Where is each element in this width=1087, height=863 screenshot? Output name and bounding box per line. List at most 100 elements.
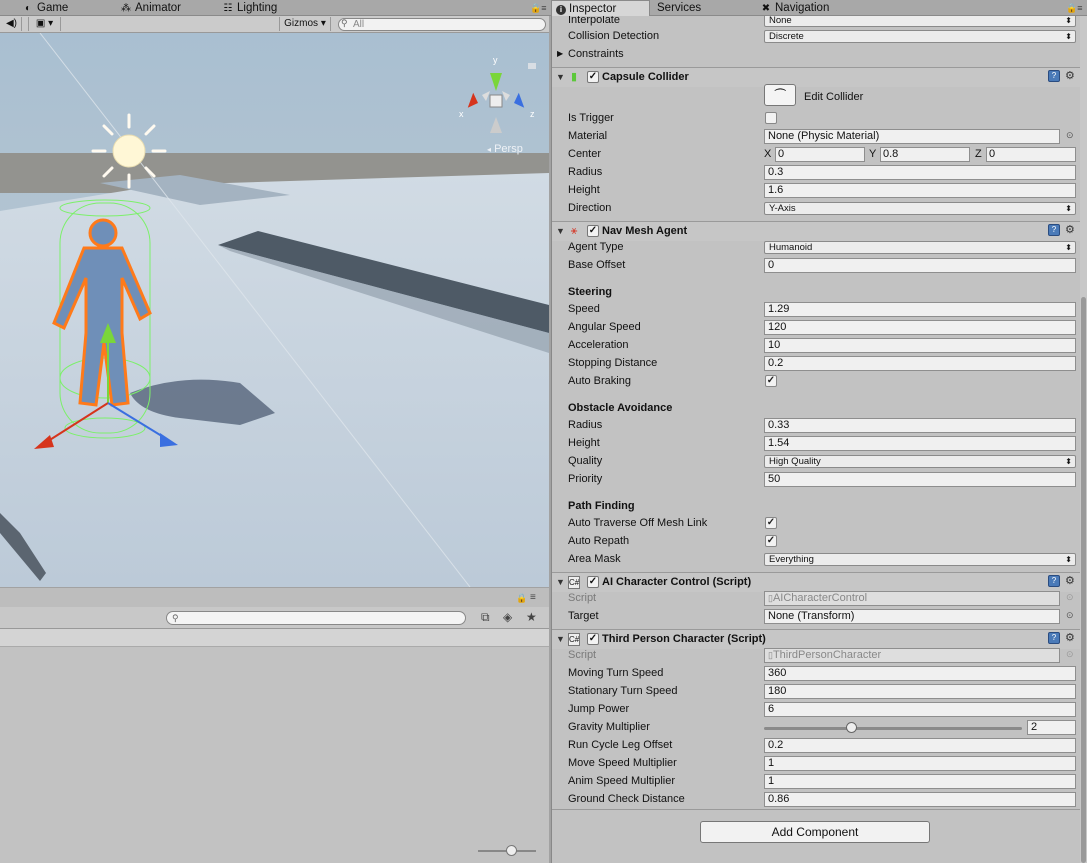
base-offset-field[interactable]: 0 bbox=[764, 258, 1076, 273]
foldout-down-icon[interactable]: ▼ bbox=[556, 577, 565, 587]
ground-check-field[interactable]: 0.86 bbox=[764, 792, 1076, 807]
is-trigger-checkbox[interactable] bbox=[765, 112, 777, 124]
inspector-scrollbar[interactable] bbox=[1080, 16, 1087, 863]
run-cycle-field[interactable]: 0.2 bbox=[764, 738, 1076, 753]
auto-braking-checkbox[interactable]: ✓ bbox=[765, 375, 777, 387]
gear-icon[interactable]: ⚙ bbox=[1065, 223, 1075, 236]
tab-navigation[interactable]: ✖ Navigation bbox=[756, 0, 866, 16]
moving-turn-field[interactable]: 360 bbox=[764, 666, 1076, 681]
material-field[interactable]: None (Physic Material) bbox=[764, 129, 1060, 144]
gear-icon[interactable]: ⚙ bbox=[1065, 69, 1075, 82]
tab-services[interactable]: Services bbox=[653, 0, 753, 16]
acceleration-field[interactable]: 10 bbox=[764, 338, 1076, 353]
auto-traverse-label: Auto Traverse Off Mesh Link bbox=[568, 517, 708, 529]
anim-speed-field[interactable]: 1 bbox=[764, 774, 1076, 789]
foldout-right-icon[interactable]: ▶ bbox=[557, 49, 563, 58]
quality-dropdown[interactable]: High Quality ⬍ bbox=[764, 455, 1076, 468]
material-label: Material bbox=[568, 130, 608, 142]
panel-menu-icon: ≡ bbox=[541, 3, 547, 13]
effects-dropdown[interactable]: ▣ ▾ bbox=[28, 17, 61, 31]
jump-power-field[interactable]: 6 bbox=[764, 702, 1076, 717]
tab-inspector[interactable]: i Inspector bbox=[551, 0, 650, 16]
capsule-collider-header[interactable]: ▼ ▮ ✓ Capsule Collider ? ⚙ bbox=[552, 67, 1081, 87]
edit-collider-icon: ⏜ bbox=[774, 88, 786, 102]
third-person-character-header[interactable]: ▼ C# ✓ Third Person Character (Script) ?… bbox=[552, 629, 1081, 649]
angular-speed-field[interactable]: 120 bbox=[764, 320, 1076, 335]
foldout-down-icon[interactable]: ▼ bbox=[556, 72, 565, 82]
speed-field[interactable]: 1.29 bbox=[764, 302, 1076, 317]
center-x-field[interactable]: 0 bbox=[775, 147, 865, 162]
capsule-collider-enabled-checkbox[interactable]: ✓ bbox=[587, 71, 599, 83]
gravity-multiplier-row: Gravity Multiplier 2 bbox=[552, 719, 1081, 737]
add-component-button[interactable]: Add Component bbox=[700, 821, 930, 843]
nav-mesh-agent-enabled-checkbox[interactable]: ✓ bbox=[587, 225, 599, 237]
nav-mesh-agent-header[interactable]: ▼ ⚹ ✓ Nav Mesh Agent ? ⚙ bbox=[552, 221, 1081, 241]
help-book-icon[interactable]: ? bbox=[1048, 575, 1060, 587]
projection-label[interactable]: ◂ Persp bbox=[487, 143, 523, 155]
oa-height-row: Height 1.54 bbox=[552, 435, 1081, 453]
navigation-icon: ✖ bbox=[761, 3, 771, 14]
center-z-field[interactable]: 0 bbox=[986, 147, 1076, 162]
capsule-radius-field[interactable]: 0.3 bbox=[764, 165, 1076, 180]
gear-icon[interactable]: ⚙ bbox=[1065, 631, 1075, 644]
direction-dropdown[interactable]: Y-Axis ⬍ bbox=[764, 202, 1076, 215]
foldout-down-icon[interactable]: ▼ bbox=[556, 226, 565, 236]
edit-collider-button[interactable]: ⏜ bbox=[764, 84, 796, 106]
target-field[interactable]: None (Transform) bbox=[764, 609, 1060, 624]
oa-radius-field[interactable]: 0.33 bbox=[764, 418, 1076, 433]
inspector-panel-menu[interactable]: 🔒≡ bbox=[1062, 0, 1086, 16]
object-picker-icon: ⊙ bbox=[1066, 592, 1074, 602]
help-book-icon[interactable]: ? bbox=[1048, 224, 1060, 236]
move-speed-row: Move Speed Multiplier 1 bbox=[552, 755, 1081, 773]
sun-light-icon[interactable] bbox=[91, 113, 167, 189]
gravity-slider-track[interactable] bbox=[764, 727, 1022, 730]
project-search-bar: ⚲ ⧉ ◈ ★ bbox=[0, 607, 549, 629]
lock-icon[interactable]: 🔒 bbox=[516, 593, 527, 604]
inspector-scroll-thumb[interactable] bbox=[1081, 297, 1086, 863]
stopping-distance-field[interactable]: 0.2 bbox=[764, 356, 1076, 371]
panel-lock-icon[interactable] bbox=[528, 63, 536, 69]
tab-game[interactable]: ◐ Game bbox=[18, 0, 113, 16]
zoom-slider-knob[interactable] bbox=[506, 845, 517, 856]
agent-type-dropdown[interactable]: Humanoid ⬍ bbox=[764, 241, 1076, 254]
ai-character-control-header[interactable]: ▼ C# ✓ AI Character Control (Script) ? ⚙ bbox=[552, 572, 1081, 592]
gear-icon[interactable]: ⚙ bbox=[1065, 574, 1075, 587]
ai-character-control-enabled-checkbox[interactable]: ✓ bbox=[587, 576, 599, 588]
center-y-field[interactable]: 0.8 bbox=[880, 147, 970, 162]
scene-viewport[interactable]: y x z ◂ Persp bbox=[0, 32, 549, 587]
tab-animator[interactable]: ⁂ Animator bbox=[116, 0, 216, 16]
persp-icon: ◂ bbox=[487, 145, 492, 154]
favorite-star-icon[interactable]: ★ bbox=[526, 610, 537, 628]
audio-toggle[interactable]: ◀) bbox=[2, 17, 22, 31]
collision-detection-dropdown[interactable]: Discrete ⬍ bbox=[764, 30, 1076, 43]
priority-field[interactable]: 50 bbox=[764, 472, 1076, 487]
agent-type-row: Agent Type Humanoid ⬍ bbox=[552, 239, 1081, 257]
gravity-slider-knob[interactable] bbox=[845, 722, 857, 733]
filter-type-icon[interactable]: ⧉ bbox=[481, 610, 490, 628]
scene-search-input[interactable]: ⚲ All bbox=[338, 18, 546, 31]
filter-label-icon[interactable]: ◈ bbox=[503, 610, 512, 628]
panel-menu-icon[interactable]: ≡ bbox=[530, 592, 536, 603]
tab-lighting[interactable]: ☷ Lighting bbox=[218, 0, 318, 16]
capsule-height-row: Height 1.6 bbox=[552, 182, 1081, 200]
help-book-icon[interactable]: ? bbox=[1048, 70, 1060, 82]
object-picker-icon[interactable]: ⊙ bbox=[1066, 610, 1074, 621]
stopping-distance-row: Stopping Distance 0.2 bbox=[552, 355, 1081, 373]
move-speed-field[interactable]: 1 bbox=[764, 756, 1076, 771]
third-person-character-enabled-checkbox[interactable]: ✓ bbox=[587, 633, 599, 645]
gizmos-dropdown[interactable]: Gizmos ▾ bbox=[279, 17, 331, 31]
project-search-input[interactable]: ⚲ bbox=[166, 611, 466, 625]
help-book-icon[interactable]: ? bbox=[1048, 632, 1060, 644]
area-mask-dropdown[interactable]: Everything ⬍ bbox=[764, 553, 1076, 566]
interpolate-dropdown[interactable]: None ⬍ bbox=[764, 16, 1076, 27]
auto-repath-checkbox[interactable]: ✓ bbox=[765, 535, 777, 547]
foldout-down-icon[interactable]: ▼ bbox=[556, 634, 565, 644]
stationary-turn-field[interactable]: 180 bbox=[764, 684, 1076, 699]
object-picker-icon[interactable]: ⊙ bbox=[1066, 130, 1074, 141]
scene-panel-menu[interactable]: 🔒≡ bbox=[526, 0, 548, 16]
constraints-row[interactable]: ▶ Constraints bbox=[552, 46, 1081, 64]
auto-traverse-checkbox[interactable]: ✓ bbox=[765, 517, 777, 529]
oa-height-field[interactable]: 1.54 bbox=[764, 436, 1076, 451]
capsule-height-field[interactable]: 1.6 bbox=[764, 183, 1076, 198]
gravity-multiplier-field[interactable]: 2 bbox=[1027, 720, 1076, 735]
